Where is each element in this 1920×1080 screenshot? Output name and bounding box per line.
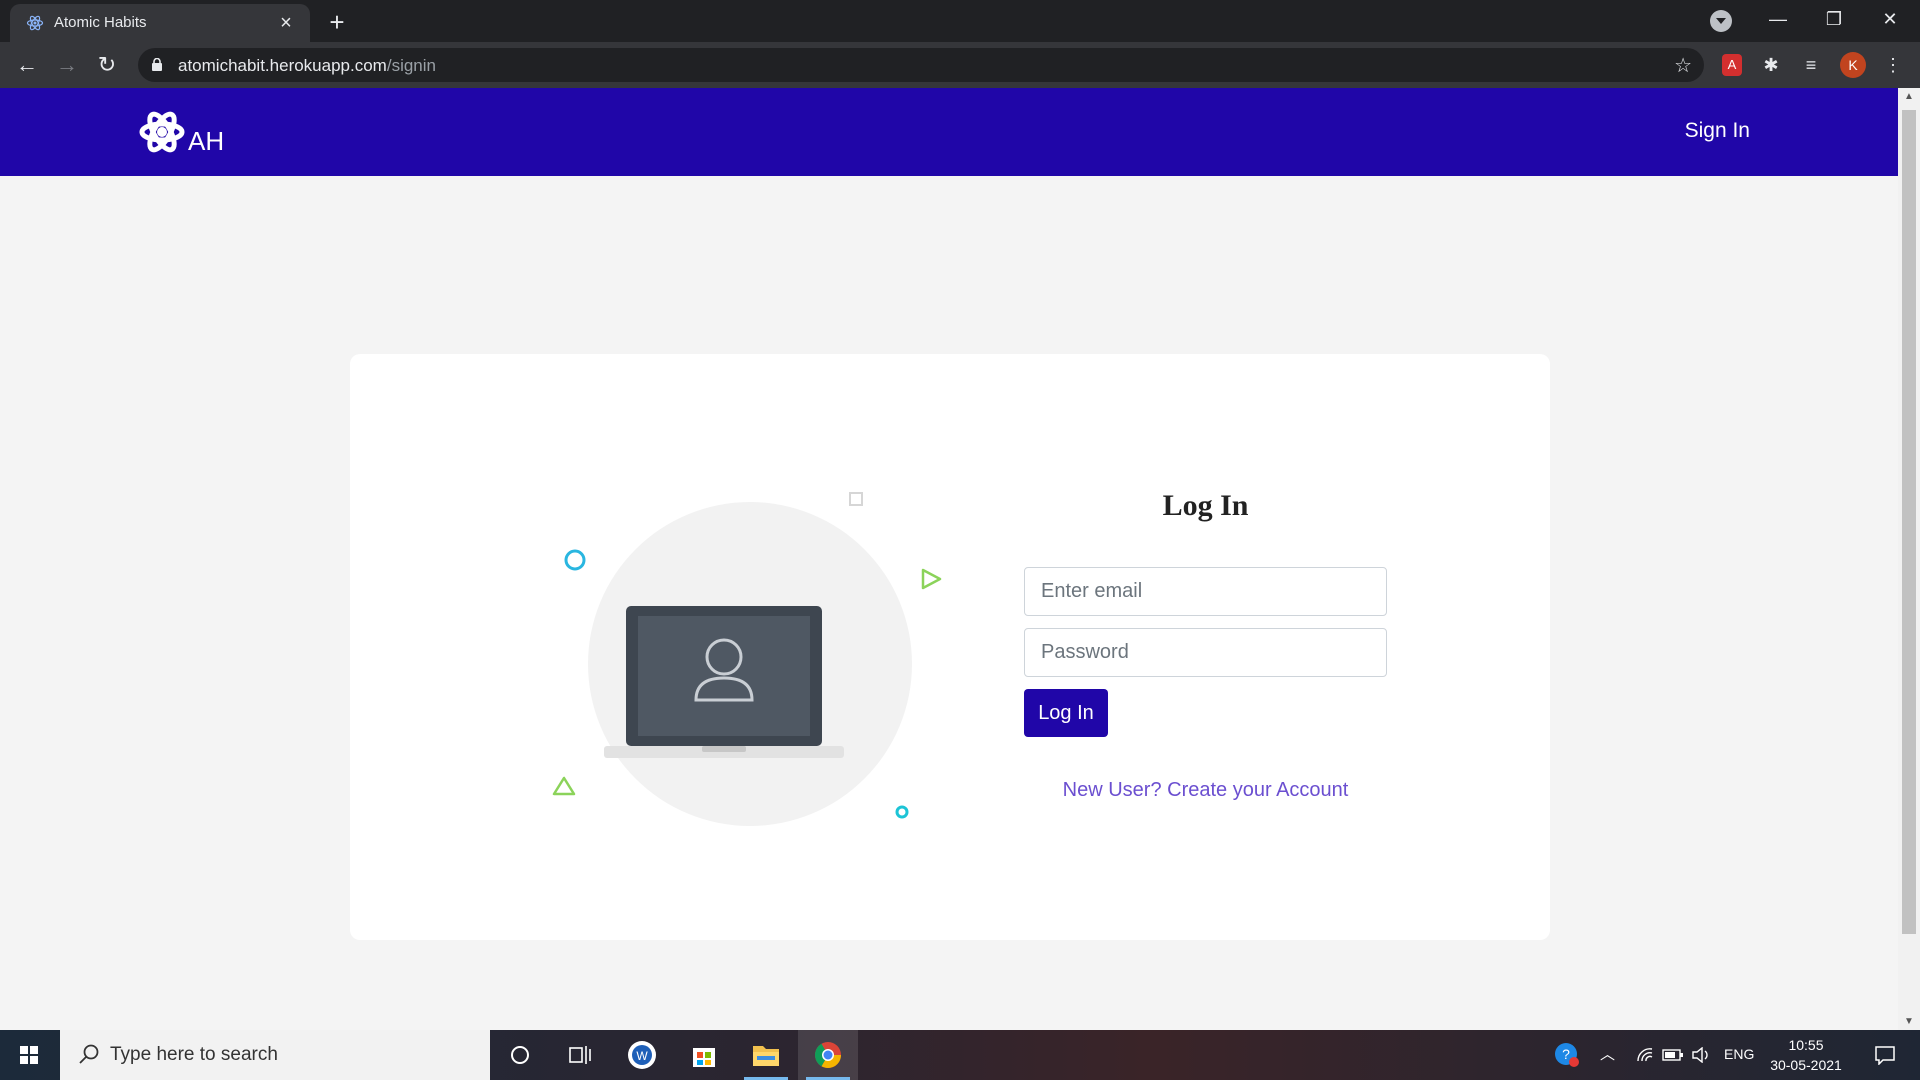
tab-title: Atomic Habits <box>54 14 147 31</box>
login-button[interactable]: Log In <box>1024 689 1108 737</box>
scrollbar-thumb[interactable] <box>1902 110 1916 934</box>
nav-signin-link[interactable]: Sign In <box>1685 119 1750 143</box>
windows-start-icon[interactable] <box>0 1030 58 1080</box>
browser-toolbar: ← → ↻ atomichabit.herokuapp.com/signin ☆… <box>0 42 1920 88</box>
taskbar-clock[interactable]: 10:55 30-05-2021 <box>1770 1035 1842 1075</box>
input-language[interactable]: ENG <box>1724 1046 1754 1062</box>
page-viewport: AH Sign In Log In Enter email Log In New… <box>0 88 1898 1030</box>
battery-icon[interactable] <box>1658 1030 1688 1080</box>
chrome-icon[interactable] <box>798 1030 858 1080</box>
help-notification-icon[interactable]: ? <box>1546 1030 1588 1080</box>
minimize-button[interactable]: — <box>1750 0 1806 38</box>
tab-search-icon[interactable] <box>1710 10 1732 32</box>
windows-taskbar: Type here to search W ? ︿ ENG 10:55 30-0… <box>0 1030 1920 1080</box>
green-play-triangle-icon <box>921 568 942 590</box>
browser-tab[interactable]: Atomic Habits × <box>10 4 310 42</box>
clock-date: 30-05-2021 <box>1770 1057 1842 1073</box>
task-view-icon[interactable] <box>550 1030 610 1080</box>
url-text: atomichabit.herokuapp.com/signin <box>178 56 436 76</box>
browser-titlebar: Atomic Habits × + — ❐ ✕ <box>0 0 1920 42</box>
email-field[interactable] <box>1024 567 1387 616</box>
create-account-link[interactable]: New User? Create your Account <box>1024 779 1387 802</box>
laptop-icon <box>604 606 844 758</box>
back-button[interactable]: ← <box>12 50 42 80</box>
lock-icon <box>152 58 162 71</box>
extensions-puzzle-icon[interactable]: ✱ <box>1758 52 1784 78</box>
brand-text: AH <box>188 126 225 156</box>
new-tab-button[interactable]: + <box>322 8 352 36</box>
login-title: Log In <box>1162 489 1249 522</box>
url-path: /signin <box>386 56 436 75</box>
password-field[interactable] <box>1024 628 1387 677</box>
close-window-button[interactable]: ✕ <box>1862 0 1918 38</box>
search-icon <box>79 1044 99 1064</box>
menu-kebab-icon[interactable]: ⋮ <box>1880 52 1906 78</box>
app-blue-circle-icon[interactable]: W <box>612 1030 672 1080</box>
taskbar-search-box[interactable]: Type here to search <box>60 1030 490 1080</box>
reload-button[interactable]: ↻ <box>92 50 122 80</box>
login-illustration <box>552 492 942 826</box>
forward-button[interactable]: → <box>52 50 82 80</box>
grey-square-icon <box>849 492 863 506</box>
login-form: Log In Log In New User? Create your Acco… <box>1024 489 1387 801</box>
page-scrollbar[interactable]: ▲ ▼ <box>1898 88 1920 1030</box>
atom-favicon-icon <box>26 15 44 31</box>
profile-avatar[interactable]: K <box>1840 52 1866 78</box>
file-explorer-icon[interactable] <box>736 1030 796 1080</box>
login-card: Log In Log In New User? Create your Acco… <box>350 354 1550 940</box>
action-center-icon[interactable] <box>1860 1030 1910 1080</box>
wifi-icon[interactable] <box>1630 1030 1660 1080</box>
microsoft-store-icon[interactable] <box>674 1030 734 1080</box>
address-bar[interactable]: atomichabit.herokuapp.com/signin ☆ <box>138 48 1704 82</box>
media-queue-icon[interactable]: ≡ <box>1798 52 1824 78</box>
cyan-ring-large-icon <box>564 549 586 571</box>
scroll-up-arrow-icon[interactable]: ▲ <box>1898 88 1920 105</box>
svg-text:W: W <box>636 1049 648 1063</box>
tab-close-icon[interactable]: × <box>274 11 298 35</box>
green-triangle-icon <box>552 776 576 796</box>
cyan-ring-small-icon <box>895 805 909 819</box>
site-navbar: AH Sign In <box>0 88 1898 176</box>
atom-logo-icon <box>139 111 185 153</box>
clock-time: 10:55 <box>1788 1037 1824 1053</box>
pdf-extension-icon[interactable]: A <box>1722 54 1742 76</box>
bookmark-star-icon[interactable]: ☆ <box>1674 53 1692 78</box>
tray-chevron-up-icon[interactable]: ︿ <box>1600 1043 1615 1064</box>
svg-text:?: ? <box>1562 1046 1570 1062</box>
volume-icon[interactable] <box>1686 1030 1716 1080</box>
url-host: atomichabit.herokuapp.com <box>178 56 387 75</box>
scroll-down-arrow-icon[interactable]: ▼ <box>1898 1013 1920 1030</box>
restore-button[interactable]: ❐ <box>1806 0 1862 38</box>
cortana-icon[interactable] <box>490 1030 550 1080</box>
taskbar-search-placeholder: Type here to search <box>110 1044 278 1065</box>
